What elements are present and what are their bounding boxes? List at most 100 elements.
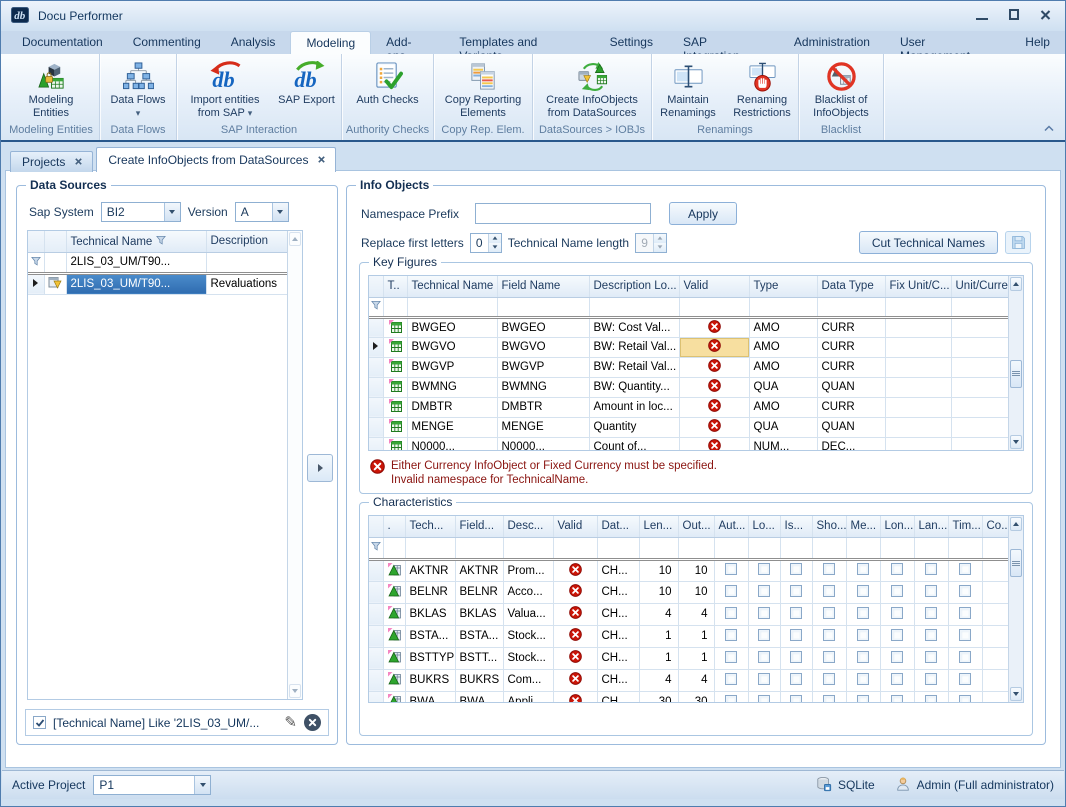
cell-data-type[interactable]: CH... [597,625,639,647]
cut-technical-names-button[interactable]: Cut Technical Names [859,231,998,254]
filter-cell[interactable] [589,297,679,317]
checkbox[interactable] [790,695,802,703]
cell-output-length[interactable]: 1 [678,625,714,647]
filter-cell[interactable] [597,537,639,559]
cell-description[interactable]: Appli... [503,691,553,703]
characteristic-row[interactable]: BELNRBELNRAcco...CH...1010 [369,581,1016,603]
cell-fix-unit[interactable] [885,317,951,337]
filter-cell[interactable] [780,537,812,559]
cell-description[interactable]: Valua... [503,603,553,625]
cell-valid[interactable] [553,669,597,691]
characteristic-row[interactable]: AKTNRAKTNRProm...CH...1010 [369,559,1016,581]
checkbox[interactable] [758,563,770,575]
cell-technical-name[interactable]: BWGVO [407,337,497,357]
cell-valid[interactable] [553,691,597,703]
checkbox[interactable] [857,695,869,703]
checkbox[interactable] [959,629,971,641]
cell-data-type[interactable]: CURR [817,317,885,337]
checkbox[interactable] [758,651,770,663]
cell-field-name[interactable]: BWGEO [497,317,589,337]
checkbox[interactable] [891,651,903,663]
key-figures-scrollbar[interactable] [1008,276,1023,450]
filter-cell[interactable] [951,297,1016,317]
key-figure-row[interactable]: BWGEOBWGEOBW: Cost Val...AMOCURR [369,317,1016,337]
column-header-description[interactable]: Description [206,231,293,252]
cell-flag[interactable] [748,691,780,703]
datasources-scrollbar[interactable] [287,231,302,699]
scroll-down-icon[interactable] [289,684,301,698]
cell-length[interactable]: 4 [639,669,678,691]
cell-field-name[interactable]: AKTNR [455,559,503,581]
menu-tab-help[interactable]: Help [1010,31,1065,54]
menu-tab-documentation[interactable]: Documentation [7,31,118,54]
cell-description[interactable]: Acco... [503,581,553,603]
key-figure-row[interactable]: BWGVOBWGVOBW: Retail Val...AMOCURR [369,337,1016,357]
column-header-description-lo-[interactable]: Description Lo... [589,276,679,297]
cell-technical-name[interactable]: BUKRS [405,669,455,691]
menu-tab-administration[interactable]: Administration [779,31,885,54]
menu-tab-commenting[interactable]: Commenting [118,31,216,54]
chevron-down-icon[interactable] [194,776,210,794]
cell-technical-name[interactable]: BWMNG [407,377,497,397]
cell-description[interactable]: Amount in loc... [589,397,679,417]
key-figure-row[interactable]: BWMNGBWMNGBW: Quantity...QUAQUAN [369,377,1016,397]
checkbox[interactable] [790,673,802,685]
filter-cell[interactable] [383,297,407,317]
cell-flag[interactable] [812,625,846,647]
cell-valid[interactable] [679,417,749,437]
checkbox[interactable] [857,651,869,663]
checkbox[interactable] [823,651,835,663]
column-header-me-[interactable]: Me... [846,516,880,537]
cell-valid[interactable] [553,603,597,625]
checkbox[interactable] [959,673,971,685]
column-header-valid[interactable]: Valid [679,276,749,297]
filter-cell[interactable] [639,537,678,559]
checkbox[interactable] [891,673,903,685]
cell-type[interactable]: QUA [749,417,817,437]
cell-flag[interactable] [846,669,880,691]
checkbox[interactable] [925,629,937,641]
filter-row[interactable]: 2LIS_03_UM/T90... [28,252,293,273]
key-figure-row[interactable]: BWGVPBWGVPBW: Retail Val...AMOCURR [369,357,1016,377]
cell-technical-name[interactable]: BSTA... [405,625,455,647]
import-entities-from-sap-button[interactable]: db Import entities from SAP ▾ [179,56,272,124]
menu-tab-user-management[interactable]: User Management [885,31,1010,54]
cell-flag[interactable] [880,691,914,703]
checkbox[interactable] [725,607,737,619]
data-flows-button[interactable]: Data Flows▾ [102,56,174,124]
checkbox[interactable] [758,695,770,703]
checkbox[interactable] [725,563,737,575]
cell-technical-name[interactable]: N0000... [407,437,497,451]
cell-flag[interactable] [846,625,880,647]
cell-field-name[interactable]: BWMNG [497,377,589,397]
blacklist-of-infoobjects-button[interactable]: Blacklist of InfoObjects [801,56,881,124]
cell-flag[interactable] [714,669,748,691]
column-header-desc-[interactable]: Desc... [503,516,553,537]
filter-cell[interactable] [405,537,455,559]
column-header-field-name[interactable]: Field Name [497,276,589,297]
cell-flag[interactable] [780,691,812,703]
checkbox[interactable] [758,629,770,641]
scroll-up-icon[interactable] [1010,277,1022,291]
column-header-lan-[interactable]: Lan... [914,516,948,537]
scroll-up-icon[interactable] [289,232,301,246]
checkbox[interactable] [823,607,835,619]
menu-tab-sap-integration[interactable]: SAP Integration [668,31,779,54]
cell-output-length[interactable]: 4 [678,603,714,625]
filter-cell[interactable] [817,297,885,317]
cell-field-name[interactable]: MENGE [497,417,589,437]
cell-flag[interactable] [812,669,846,691]
cell-technical-name[interactable]: MENGE [407,417,497,437]
checkbox[interactable] [857,585,869,597]
menu-tab-add-ons[interactable]: Add-ons [371,31,444,54]
cell-technical-name[interactable]: BWGEO [407,317,497,337]
cell-field-name[interactable]: BWA [455,691,503,703]
auth-checks-button[interactable]: Auth Checks [344,56,432,124]
column-header-len-[interactable]: Len... [639,516,678,537]
assign-datasource-button[interactable] [307,454,333,482]
checkbox[interactable] [891,585,903,597]
cell-field-name[interactable]: BSTA... [455,625,503,647]
cell-technical-name[interactable]: BWGVP [407,357,497,377]
checkbox[interactable] [823,629,835,641]
cell-unit-currency[interactable] [951,317,1016,337]
